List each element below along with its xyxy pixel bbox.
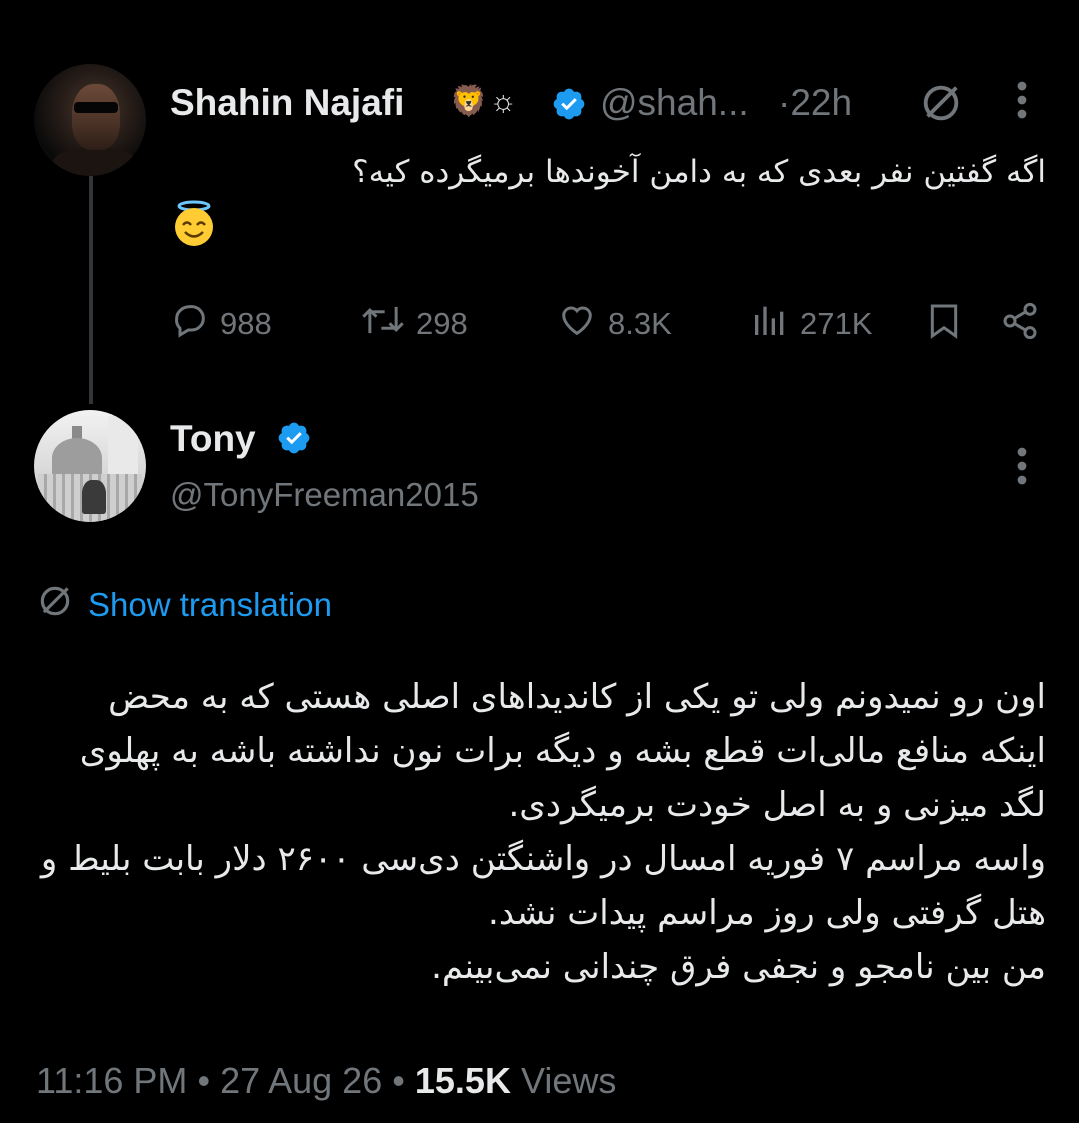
parent-author-name[interactable]: Shahin Najafi bbox=[170, 82, 404, 124]
bookmark-icon bbox=[924, 300, 964, 350]
verified-badge-icon bbox=[276, 420, 312, 461]
more-dots-icon[interactable] bbox=[1010, 80, 1034, 125]
parent-author-handle[interactable]: @shah... bbox=[600, 82, 749, 124]
like-count: 8.3K bbox=[608, 306, 672, 341]
reply-button[interactable]: 988 bbox=[170, 300, 272, 348]
bookmark-button[interactable] bbox=[924, 300, 964, 350]
show-translation-label: Show translation bbox=[88, 586, 332, 623]
views-button[interactable]: 271K bbox=[750, 300, 872, 348]
retweet-count: 298 bbox=[416, 306, 468, 341]
grok-icon[interactable] bbox=[918, 80, 964, 131]
show-translation-link[interactable]: Show translation bbox=[36, 582, 332, 628]
tweet-views-label: Views bbox=[520, 1060, 617, 1101]
time-ago: 22h bbox=[790, 82, 853, 123]
verified-badge-icon bbox=[551, 86, 587, 127]
reply-count: 988 bbox=[220, 306, 272, 341]
tweet-meta: 11:16 PM • 27 Aug 26 • 15.5K Views bbox=[36, 1060, 616, 1102]
share-icon bbox=[1000, 300, 1040, 350]
reply-tweet-text: اون رو نمیدونم ولی تو یکی از کاندیداهای … bbox=[40, 677, 1046, 987]
reply-author-name[interactable]: Tony bbox=[170, 418, 256, 460]
tweet-time[interactable]: 11:16 PM bbox=[36, 1060, 187, 1101]
halo-emoji-icon bbox=[170, 200, 218, 248]
views-bars-icon bbox=[750, 300, 790, 348]
more-dots-icon[interactable] bbox=[1010, 446, 1034, 491]
meta-dot: • bbox=[197, 1060, 211, 1101]
separator-dot: · bbox=[778, 82, 791, 123]
parent-author-avatar[interactable] bbox=[34, 64, 146, 176]
heart-icon bbox=[556, 300, 598, 348]
share-button[interactable] bbox=[1000, 300, 1040, 350]
parent-tweet-text: اگه گفتین نفر بعدی که به دامن آخوندها بر… bbox=[352, 154, 1046, 190]
reply-author-handle[interactable]: @TonyFreeman2015 bbox=[170, 476, 479, 514]
thread-connector-line bbox=[89, 176, 93, 404]
meta-dot: • bbox=[392, 1060, 405, 1101]
reply-bubble-icon bbox=[170, 300, 210, 348]
reply-author-avatar[interactable] bbox=[34, 410, 146, 522]
retweet-button[interactable]: 298 bbox=[360, 300, 468, 348]
tweet-date[interactable]: 27 Aug 26 bbox=[220, 1060, 382, 1101]
parent-author-emblem: 🦁☼ bbox=[450, 85, 519, 118]
retweet-icon bbox=[360, 300, 406, 348]
parent-tweet-time[interactable]: ·22h bbox=[778, 82, 852, 124]
translate-icon bbox=[36, 582, 74, 628]
tweet-views-count: 15.5K bbox=[414, 1060, 511, 1101]
views-count: 271K bbox=[800, 306, 873, 341]
like-button[interactable]: 8.3K bbox=[556, 300, 672, 348]
